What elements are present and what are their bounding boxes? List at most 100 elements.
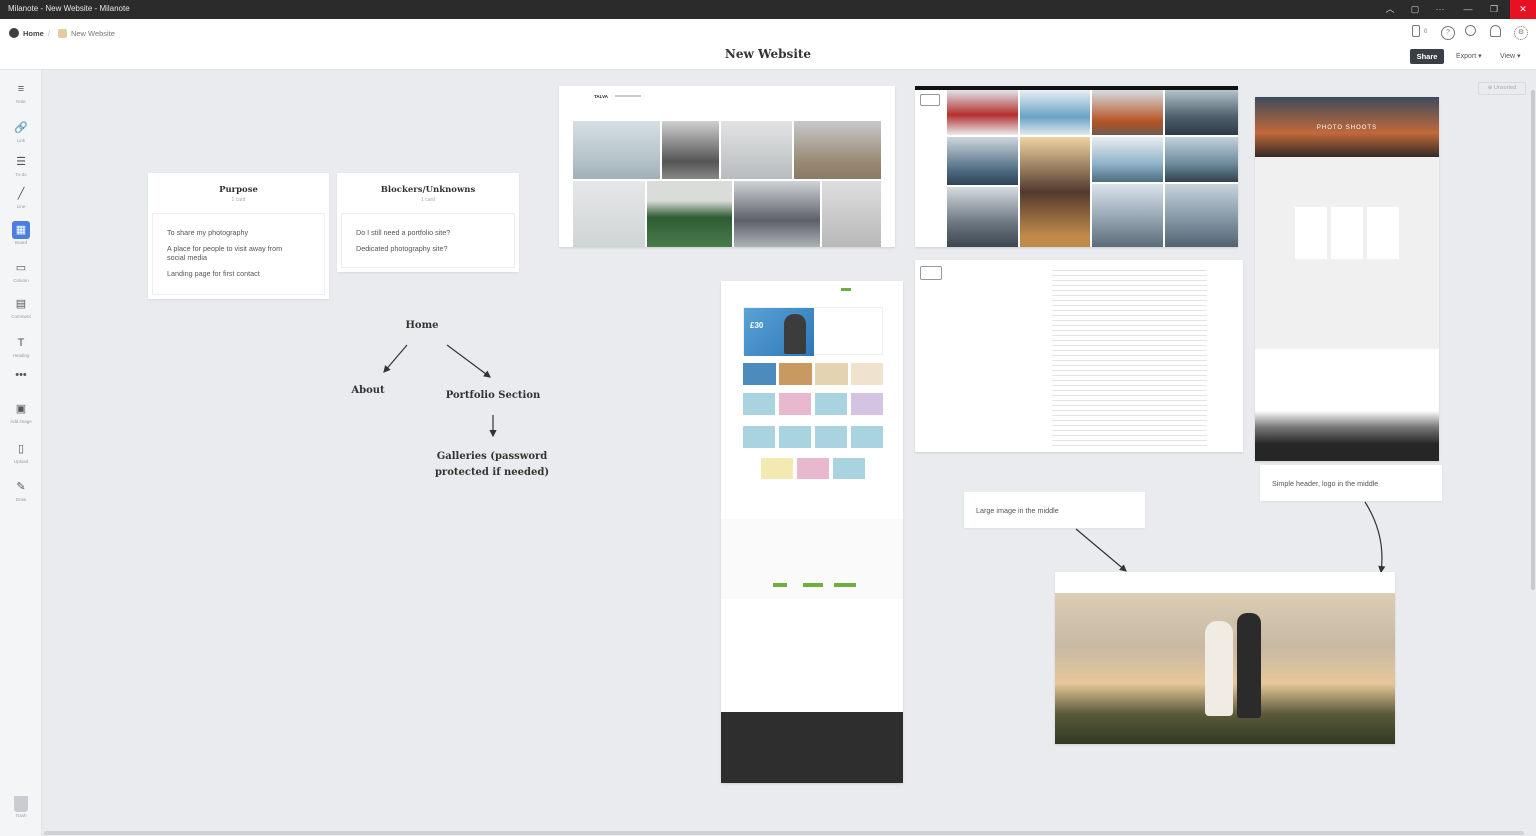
hero-card: £30 [743,307,883,356]
upload-tool[interactable]: ▯ Upload [5,440,37,464]
window-title: Milanote - New Website - Milanote [8,4,130,13]
tool-label: Add image [10,419,32,424]
device-icon[interactable] [1412,25,1420,37]
line-tool[interactable]: ╱ Line [5,185,37,209]
more-icon[interactable]: ··· [1427,0,1453,19]
text-page-logo [920,266,942,280]
long-landing-page-screenshot[interactable]: £30 [721,281,903,783]
tool-label: Upload [13,459,29,464]
window-titlebar: Milanote - New Website - Milanote ︿ ▢ ··… [0,0,1536,19]
swatch-grid [743,393,883,479]
dark-footer [721,712,903,783]
column-icon: ▭ [15,262,27,274]
more-tool[interactable]: ••• [5,366,37,385]
photography-grid-screenshot[interactable] [915,86,1238,247]
board-icon [57,28,67,38]
upload-icon: ▯ [17,443,25,455]
device-count: 0 [1424,29,1428,35]
tool-label: Draw [15,497,27,502]
text-page-screenshot[interactable] [915,260,1243,452]
trash-label: Trash [15,813,27,818]
note-icon: ≡ [17,83,25,95]
simple-header-note-text: Simple header, logo in the middle [1272,479,1379,488]
wedding-hero-image [1055,593,1395,744]
large-image-note[interactable]: Large image in the middle [964,492,1145,528]
simple-header-note[interactable]: Simple header, logo in the middle [1260,465,1442,501]
nav-cta [841,288,851,291]
breadcrumb-home[interactable]: Home [23,29,44,38]
tool-label: Link [16,138,26,143]
more-icon: ••• [15,369,27,381]
line-icon: ╱ [17,188,25,200]
draw-icon: ✎ [16,481,26,493]
grid-photo-mosaic [947,90,1238,247]
tool-sidebar: ≡ Note 🔗 Link ☰ To-do ╱ Line ▦ Board ▭ Column ▤ Comme… [0,70,42,836]
export-menu[interactable]: Export ▾ [1456,52,1482,60]
hero-person [784,314,806,354]
photo-shoots-screenshot[interactable]: PHOTO SHOOTS [1255,97,1439,461]
add-image-tool[interactable]: ▣ Add image [5,400,37,424]
heading-icon: T [17,337,25,349]
arrow-simple-header[interactable] [1364,501,1386,574]
view-menu[interactable]: View ▾ [1500,52,1521,60]
notification-bell-icon[interactable] [1490,25,1501,37]
board-tool[interactable]: ▦ Board [5,221,37,245]
talva-brand: TALVA [594,94,608,99]
draw-tool[interactable]: ✎ Draw [5,478,37,502]
talva-nav [615,95,641,97]
board-title[interactable]: New Website [0,47,1536,61]
cast-icon[interactable]: ▢ [1402,0,1428,19]
heading-tool[interactable]: T Heading [5,334,37,358]
column-tool[interactable]: ▭ Column [5,259,37,283]
breadcrumb-current[interactable]: New Website [71,29,115,38]
comment-tool[interactable]: ▤ Comment [5,295,37,319]
share-button[interactable]: Share [1410,49,1444,64]
tool-label: To-do [15,172,27,177]
board-canvas[interactable]: ⊕ Unsorted Purpose 1 card To share my ph… [43,70,1536,836]
photo-shoots-heading: PHOTO SHOOTS [1316,125,1378,131]
horizontal-scrollbar[interactable] [44,831,1524,835]
todo-icon: ☰ [16,156,26,168]
restore-icon[interactable]: ❐ [1481,0,1507,19]
todo-tool[interactable]: ☰ To-do [5,153,37,177]
text-page-body [1052,266,1207,446]
arrow-home-about[interactable] [383,344,408,373]
wedding-header [1055,572,1395,593]
trash-tool[interactable]: Trash [5,796,37,818]
breadcrumb: Home / New Website [9,28,115,38]
tool-label: Heading [12,353,30,358]
product-strip [743,363,883,387]
grid-logo [920,94,940,106]
settings-gear-icon[interactable]: ⚙ [1514,26,1528,40]
note-tool[interactable]: ≡ Note [5,80,37,104]
talva-photo-grid [573,121,881,247]
tool-label: Board [14,240,27,245]
large-image-note-text: Large image in the middle [976,506,1059,515]
comment-icon: ▤ [15,298,27,310]
tool-label: Note [16,99,26,104]
link-tool[interactable]: 🔗 Link [5,119,37,143]
photo-shoots-cards [1295,207,1399,259]
tool-label: Comment [11,314,31,319]
breadcrumb-separator: / [47,28,50,38]
trash-icon [14,796,28,812]
minimize-icon[interactable]: — [1455,0,1481,19]
mountain-footer [1255,349,1439,461]
tool-label: Column [13,278,29,283]
close-icon[interactable]: ✕ [1510,0,1536,19]
link-icon: 🔗 [14,122,28,134]
pricing-section [721,519,903,599]
hero-price: £30 [750,321,764,330]
board-icon: ▦ [12,221,30,239]
wedding-website-screenshot[interactable] [1055,572,1395,744]
add-image-icon: ▣ [15,403,27,415]
help-icon[interactable]: ? [1441,26,1455,40]
top-bar: Home / New Website New Website 0 ? ⚙ [0,19,1536,70]
arrow-large-image[interactable] [1075,528,1127,572]
collapse-icon[interactable]: ︿ [1377,0,1403,19]
search-icon[interactable] [1465,25,1476,36]
vertical-scrollbar[interactable] [1531,90,1535,590]
talva-website-screenshot[interactable]: TALVA [559,86,895,247]
milanote-logo-icon[interactable] [9,28,19,38]
arrow-home-portfolio[interactable] [446,344,491,378]
